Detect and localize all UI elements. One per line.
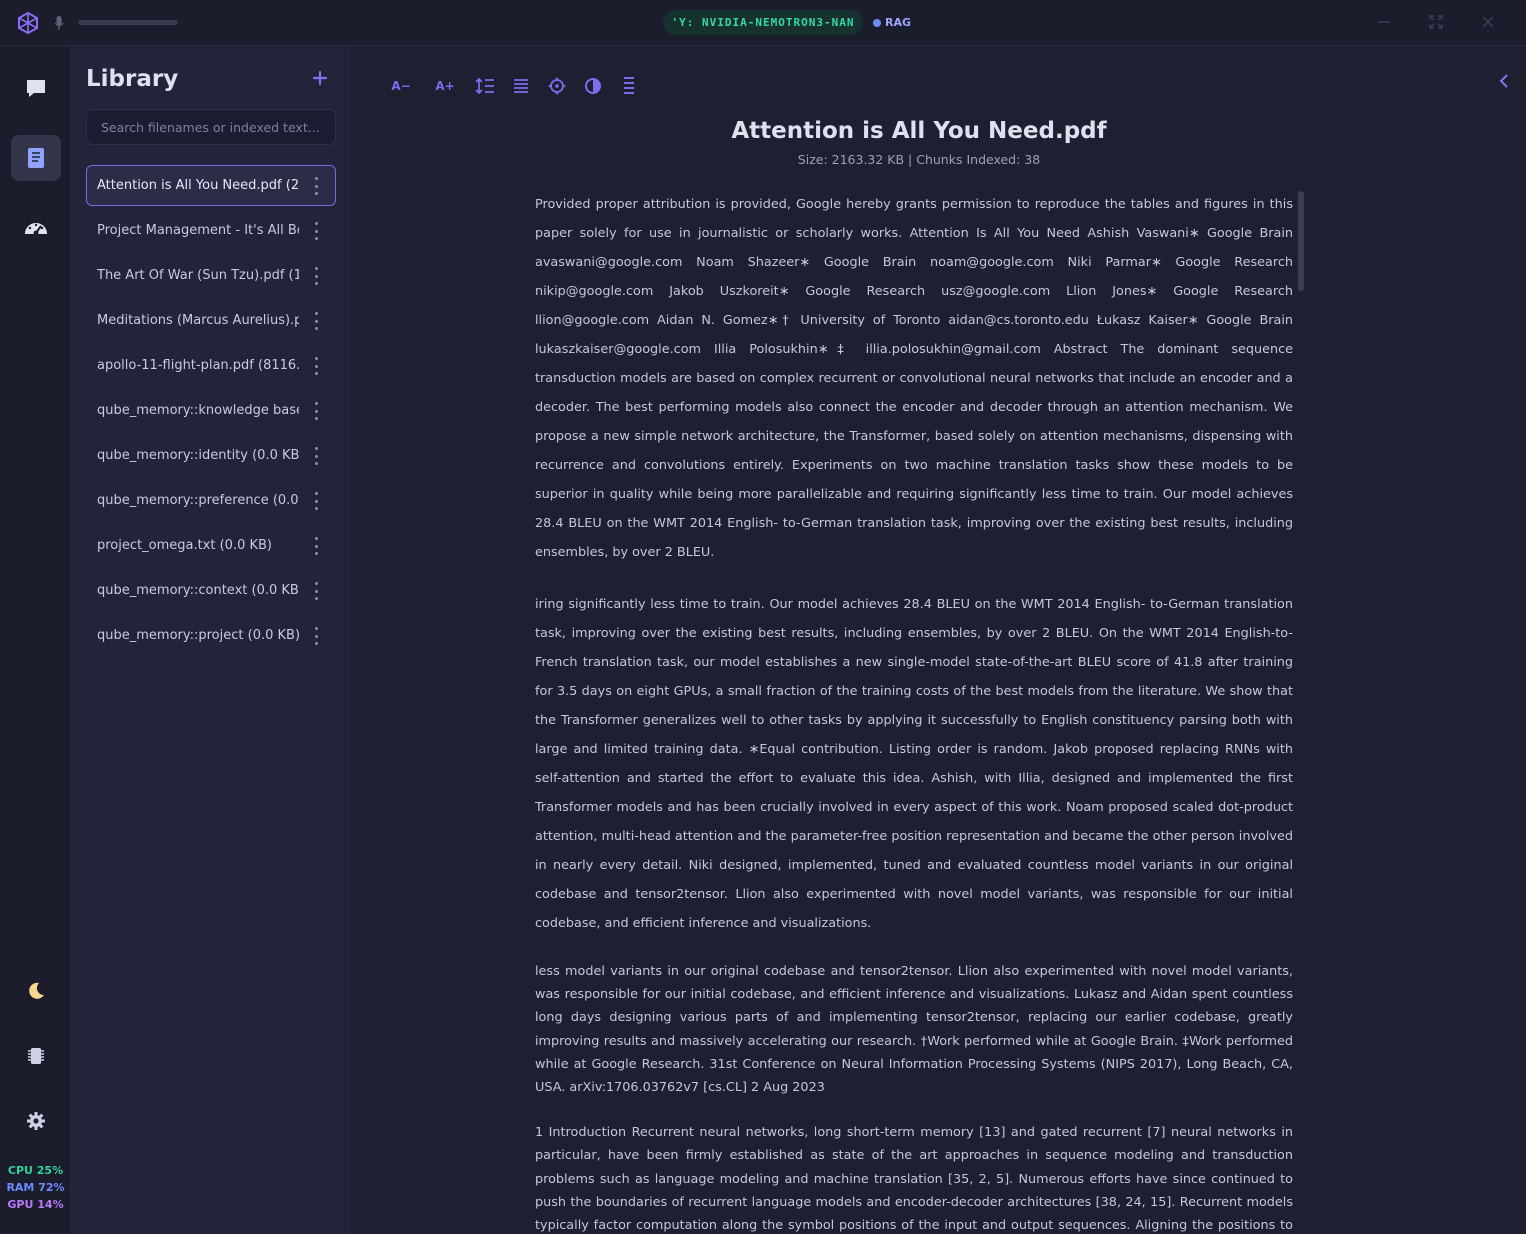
file-item[interactable]: qube_memory::context (0.0 KB) [86,570,336,611]
file-name: The Art Of War (Sun Tzu).pdf (14 [97,268,299,283]
file-name: apollo-11-flight-plan.pdf (8116.6 [97,358,299,373]
text-chunk: 1 Introduction Recurrent neural networks… [535,1125,1293,1234]
file-item[interactable]: project_omega.txt (0.0 KB) [86,525,336,566]
file-item[interactable]: Attention is All You Need.pdf (21 [86,165,336,206]
text-chunk: less model variants in our original code… [535,964,1293,1096]
file-name: Meditations (Marcus Aurelius).p [97,313,299,328]
document-viewer: A− A+ Attention is All You Need.pdf Size… [351,46,1526,1234]
maximize-icon[interactable] [1428,14,1444,30]
gear-icon [27,1112,45,1130]
file-item[interactable]: Project Management - It's All Bo [86,210,336,251]
chevron-left-icon[interactable] [1496,73,1512,89]
file-name: qube_memory::knowledge base [97,403,299,418]
document-meta: Size: 2163.32 KB | Chunks Indexed: 38 [797,152,1041,167]
list-button[interactable] [618,76,640,96]
system-stats: CPU 25% RAM 72% GPU 14% [0,1162,71,1213]
app-logo-icon[interactable] [16,11,40,35]
chip-icon [28,1048,44,1064]
library-panel: Library Attention is All You Need.pdf (2… [71,46,351,1234]
text-chunk: Provided proper attribution is provided,… [535,197,1293,560]
file-menu-icon[interactable] [311,267,321,285]
file-menu-icon[interactable] [311,402,321,420]
file-menu-icon[interactable] [311,357,321,375]
file-item[interactable]: The Art Of War (Sun Tzu).pdf (14 [86,255,336,296]
gpu-stat: GPU 14% [7,1198,64,1211]
mic-icon[interactable] [53,15,65,31]
line-spacing-button[interactable] [474,76,496,96]
settings-button[interactable] [11,1098,61,1144]
ram-stat: RAM 72% [6,1181,65,1194]
scrollbar-thumb[interactable] [1298,191,1304,291]
model-selector[interactable]: 'Y: NVIDIA-NEMOTRON3-NAN [663,10,863,35]
justify-button[interactable] [510,76,532,96]
file-menu-icon[interactable] [311,492,321,510]
file-menu-icon[interactable] [311,222,321,240]
rag-status-dot [873,19,881,27]
drag-track[interactable] [78,20,178,25]
book-icon [28,148,44,168]
cpu-stat: CPU 25% [7,1164,64,1177]
add-document-icon[interactable] [311,69,329,87]
line-spacing-icon [475,77,494,95]
minimize-icon[interactable] [1376,14,1392,30]
title-bar: 'Y: NVIDIA-NEMOTRON3-NAN RAG [0,0,1526,46]
file-menu-icon[interactable] [311,312,321,330]
file-menu-icon[interactable] [311,537,321,555]
file-item[interactable]: qube_memory::knowledge base [86,390,336,431]
list-icon [624,77,634,94]
file-menu-icon[interactable] [311,627,321,645]
file-name: qube_memory::project (0.0 KB) [97,628,299,643]
rail-dashboard-button[interactable] [11,205,61,251]
library-search-input[interactable] [86,109,336,145]
hardware-button[interactable] [11,1033,61,1079]
rail-chat-button[interactable] [11,65,61,111]
rail-library-button[interactable] [11,135,61,181]
close-icon[interactable] [1480,14,1496,30]
rag-label: RAG [885,16,912,29]
moon-icon [29,982,44,999]
file-menu-icon[interactable] [311,177,321,195]
file-name: qube_memory::preference (0.0 K [97,493,299,508]
file-item[interactable]: Meditations (Marcus Aurelius).p [86,300,336,341]
document-body[interactable]: Provided proper attribution is provided,… [535,188,1293,1234]
file-menu-icon[interactable] [311,582,321,600]
font-increase-button[interactable]: A+ [434,76,456,96]
font-decrease-button[interactable]: A− [390,76,412,96]
file-name: project_omega.txt (0.0 KB) [97,538,272,553]
file-name: Project Management - It's All Bo [97,223,299,238]
dashboard-gauge-icon [25,223,47,236]
crosshair-icon [548,77,566,95]
file-item[interactable]: apollo-11-flight-plan.pdf (8116.6 [86,345,336,386]
file-name: qube_memory::context (0.0 KB) [97,583,299,598]
document-title: Attention is All You Need.pdf [731,118,1107,144]
text-chunk: iring significantly less time to train. … [535,597,1293,931]
library-title: Library [86,66,179,92]
file-item[interactable]: qube_memory::project (0.0 KB) [86,615,336,656]
chat-icon [27,80,45,97]
focus-button[interactable] [546,76,568,96]
file-name: Attention is All You Need.pdf (21 [97,178,299,193]
file-menu-icon[interactable] [311,447,321,465]
justify-icon [514,79,528,93]
file-item[interactable]: qube_memory::identity (0.0 KB) [86,435,336,476]
contrast-icon [585,78,601,94]
nav-rail: CPU 25% RAM 72% GPU 14% [0,46,71,1234]
theme-toggle-button[interactable] [11,968,61,1014]
file-item[interactable]: qube_memory::preference (0.0 K [86,480,336,521]
contrast-button[interactable] [582,76,604,96]
rag-badge[interactable]: RAG [873,15,911,31]
file-name: qube_memory::identity (0.0 KB) [97,448,299,463]
